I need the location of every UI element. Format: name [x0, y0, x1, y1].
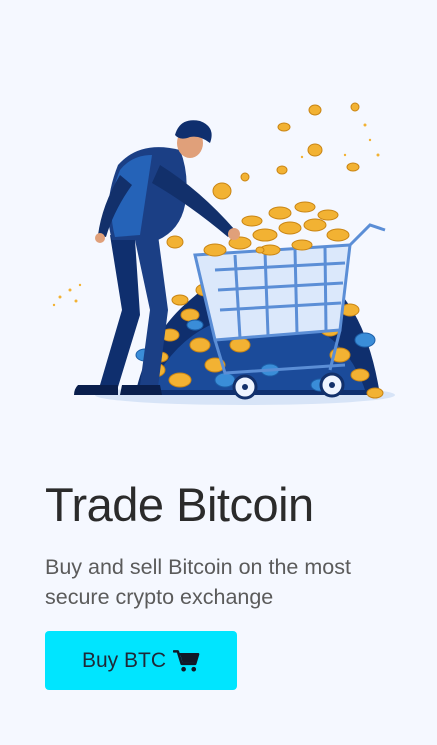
page-title: Trade Bitcoin	[45, 478, 314, 531]
buy-btc-button[interactable]: Buy BTC	[45, 631, 237, 690]
page-subtitle: Buy and sell Bitcoin on the most secure …	[45, 555, 351, 609]
bitcoin-cart-illustration	[52, 102, 395, 405]
buy-btc-button-label: Buy BTC	[81, 648, 167, 672]
shopping-cart-icon	[173, 649, 200, 673]
